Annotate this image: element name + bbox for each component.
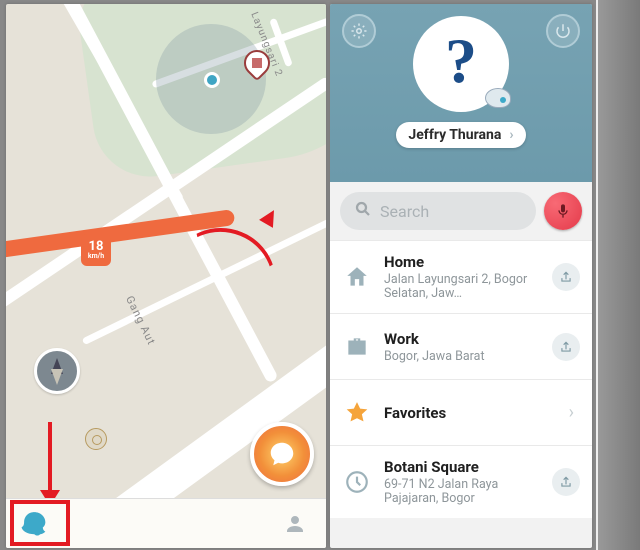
share-button[interactable] [552,468,580,496]
user-name-label: Jeffry Thurana [408,127,501,143]
share-button[interactable] [552,333,580,361]
menu-header: ? Jeffry Thurana › [330,4,592,182]
person-icon [283,512,307,536]
power-icon [554,22,572,40]
share-button[interactable] [552,263,580,291]
item-title: Work [384,330,540,348]
annotation-arrow-icon [48,422,52,498]
menu-list: Home Jalan Layungsari 2, Bogor Selatan, … [330,240,592,518]
mic-icon [555,201,571,221]
side-menu-panel: ? Jeffry Thurana › Search [330,4,592,548]
item-title: Botani Square [384,458,540,476]
share-icon [559,475,573,489]
speed-badge: 18 km/h [81,234,111,266]
compass-button[interactable] [34,348,80,394]
share-icon [559,270,573,284]
chevron-right-icon: › [569,402,580,423]
wazer-baby-icon [485,88,511,108]
map-view[interactable]: Layungsari 2 Gang Aut 18 km/h [6,4,326,548]
power-button[interactable] [546,14,580,48]
current-location-dot [204,72,220,88]
annotation-arrowhead-icon [259,206,281,228]
gear-icon [350,22,368,40]
speed-value: 18 [89,241,104,253]
speech-bubble-icon [267,439,297,469]
annotation-highlight-box [10,500,70,546]
voice-search-button[interactable] [544,192,582,230]
friends-button[interactable] [264,501,326,547]
item-subtitle: Bogor, Jawa Barat [384,350,540,364]
menu-item-recent[interactable]: Botani Square 69-71 N2 Jalan Raya Pajaja… [330,445,592,518]
home-icon [342,264,372,290]
clock-icon [342,469,372,495]
search-input[interactable]: Search [340,192,536,230]
settings-button[interactable] [342,14,376,48]
background-panel [596,0,640,550]
briefcase-icon [342,334,372,360]
speed-unit: km/h [88,253,104,260]
wazer-icon[interactable] [85,428,107,450]
chevron-right-icon: › [509,127,513,143]
menu-item-home[interactable]: Home Jalan Layungsari 2, Bogor Selatan, … [330,240,592,313]
question-mark-icon: ? [445,29,477,93]
user-name-button[interactable]: Jeffry Thurana › [396,122,525,148]
report-button[interactable] [250,422,314,486]
search-placeholder: Search [380,202,429,221]
menu-item-favorites[interactable]: Favorites › [330,379,592,445]
item-subtitle: Jalan Layungsari 2, Bogor Selatan, Jaw… [384,273,540,301]
user-avatar[interactable]: ? [413,16,509,112]
menu-item-work[interactable]: Work Bogor, Jawa Barat [330,313,592,379]
share-icon [559,340,573,354]
search-row: Search [330,182,592,240]
star-icon [342,400,372,426]
item-subtitle: 69-71 N2 Jalan Raya Pajajaran, Bogor [384,478,540,506]
search-icon [354,200,372,222]
item-title: Home [384,253,540,271]
item-title: Favorites [384,404,557,422]
